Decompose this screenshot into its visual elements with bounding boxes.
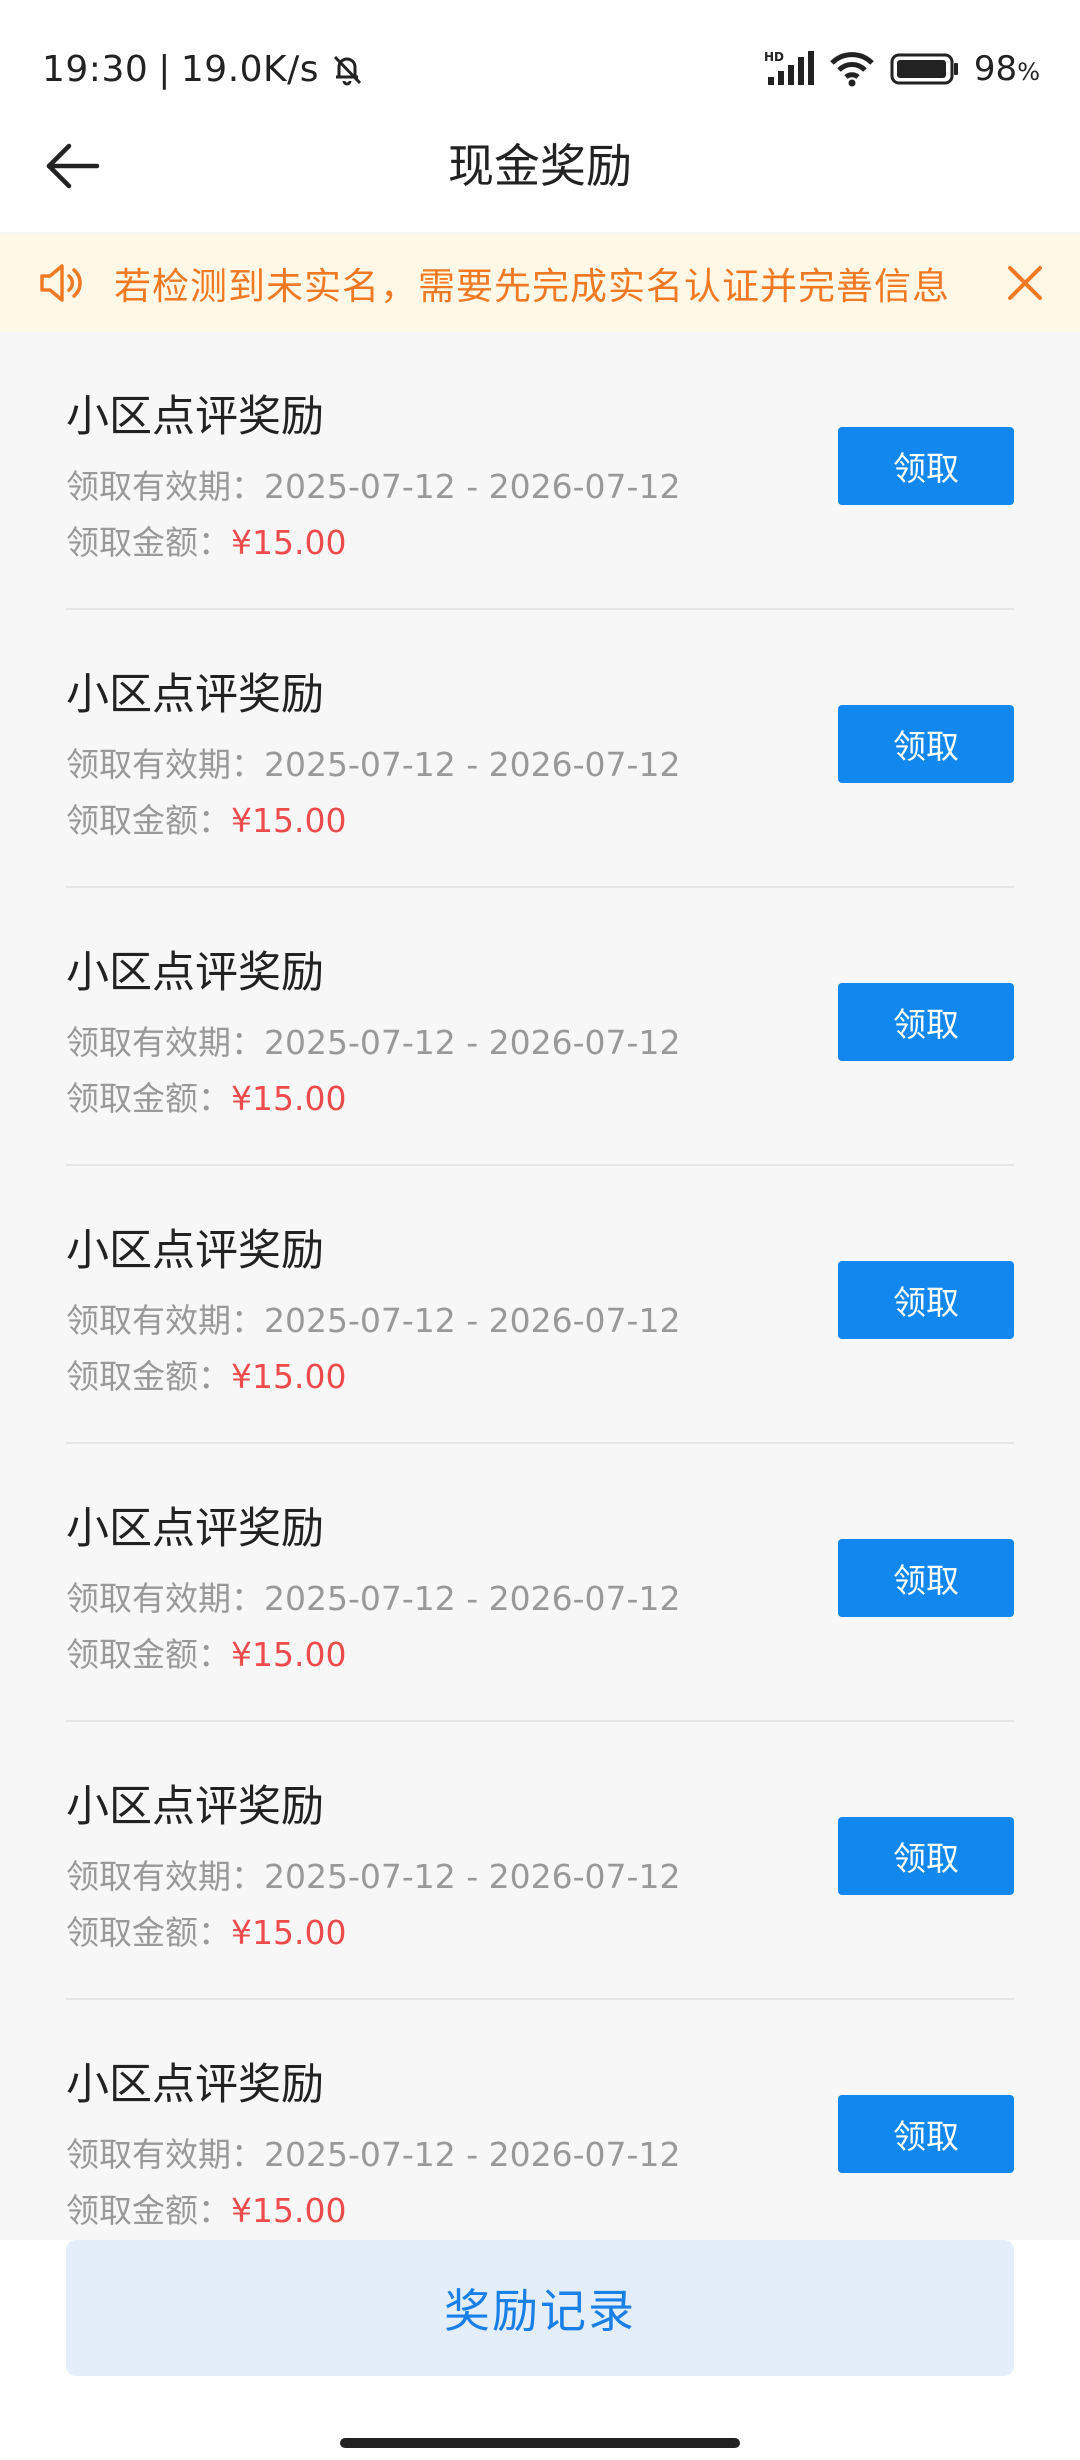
period-label: 领取有效期： xyxy=(66,1023,264,1062)
status-right: HD 98% xyxy=(764,44,1040,94)
status-separator: | xyxy=(158,48,171,90)
reward-period: 领取有效期：2025-07-12 - 2026-07-12 xyxy=(66,738,680,786)
amount-value: ¥15.00 xyxy=(231,1635,347,1674)
period-label: 领取有效期： xyxy=(66,745,264,784)
claim-button[interactable]: 领取 xyxy=(838,427,1014,505)
period-value: 2025-07-12 - 2026-07-12 xyxy=(264,1023,681,1062)
period-value: 2025-07-12 - 2026-07-12 xyxy=(264,467,681,506)
period-value: 2025-07-12 - 2026-07-12 xyxy=(264,1857,681,1896)
reward-item: 小区点评奖励 领取有效期：2025-07-12 - 2026-07-12 领取金… xyxy=(66,610,1014,888)
reward-item: 小区点评奖励 领取有效期：2025-07-12 - 2026-07-12 领取金… xyxy=(66,2000,1014,2240)
period-label: 领取有效期： xyxy=(66,1857,264,1896)
reward-period: 领取有效期：2025-07-12 - 2026-07-12 xyxy=(66,1294,680,1342)
amount-label: 领取金额： xyxy=(66,2191,231,2230)
claim-button[interactable]: 领取 xyxy=(838,1261,1014,1339)
page: 19:30 | 19.0K/s HD 98% 现金奖励 若检测到未实名，需要先完… xyxy=(0,0,1080,2460)
period-label: 领取有效期： xyxy=(66,1301,264,1340)
amount-value: ¥15.00 xyxy=(231,1913,347,1952)
amount-label: 领取金额： xyxy=(66,1079,231,1118)
reward-item: 小区点评奖励 领取有效期：2025-07-12 - 2026-07-12 领取金… xyxy=(66,1444,1014,1722)
reward-period: 领取有效期：2025-07-12 - 2026-07-12 xyxy=(66,1572,680,1620)
battery-percent: 98% xyxy=(974,49,1040,89)
notice-text: 若检测到未实名，需要先完成实名认证并完善信息 xyxy=(114,265,950,308)
reward-period: 领取有效期：2025-07-12 - 2026-07-12 xyxy=(66,1850,680,1898)
period-value: 2025-07-12 - 2026-07-12 xyxy=(264,2135,681,2174)
battery-unit: % xyxy=(1017,58,1040,86)
reward-item: 小区点评奖励 领取有效期：2025-07-12 - 2026-07-12 领取金… xyxy=(66,1166,1014,1444)
amount-value: ¥15.00 xyxy=(231,1079,347,1118)
reward-period: 领取有效期：2025-07-12 - 2026-07-12 xyxy=(66,1016,680,1064)
claim-button[interactable]: 领取 xyxy=(838,2095,1014,2173)
bottom-bar: 奖励记录 xyxy=(0,2240,1080,2460)
nav-header: 现金奖励 xyxy=(0,100,1080,232)
reward-amount: 领取金额：¥15.00 xyxy=(66,794,346,842)
amount-label: 领取金额： xyxy=(66,1913,231,1952)
reward-item: 小区点评奖励 领取有效期：2025-07-12 - 2026-07-12 领取金… xyxy=(66,332,1014,610)
battery-icon xyxy=(890,53,958,85)
reward-title: 小区点评奖励 xyxy=(66,392,324,442)
close-icon[interactable] xyxy=(1000,258,1050,308)
status-time: 19:30 xyxy=(42,48,149,90)
reward-title: 小区点评奖励 xyxy=(66,948,324,998)
reward-title: 小区点评奖励 xyxy=(66,670,324,720)
period-label: 领取有效期： xyxy=(66,1579,264,1618)
hd-signal-icon: HD xyxy=(764,50,814,85)
wifi-icon xyxy=(830,52,874,87)
period-value: 2025-07-12 - 2026-07-12 xyxy=(264,1301,681,1340)
reward-list[interactable]: 小区点评奖励 领取有效期：2025-07-12 - 2026-07-12 领取金… xyxy=(0,332,1080,2240)
claim-button[interactable]: 领取 xyxy=(838,983,1014,1061)
network-speed: 19.0K/s xyxy=(180,48,320,90)
reward-amount: 领取金额：¥15.00 xyxy=(66,516,346,564)
mute-bell-icon xyxy=(333,55,362,86)
reward-title: 小区点评奖励 xyxy=(66,1782,324,1832)
amount-value: ¥15.00 xyxy=(231,801,347,840)
reward-title: 小区点评奖励 xyxy=(66,1226,324,1276)
reward-amount: 领取金额：¥15.00 xyxy=(66,1350,346,1398)
page-title: 现金奖励 xyxy=(448,139,632,193)
svg-text:HD: HD xyxy=(764,50,784,64)
amount-label: 领取金额： xyxy=(66,523,231,562)
amount-label: 领取金额： xyxy=(66,1635,231,1674)
speaker-icon xyxy=(40,264,82,302)
claim-button[interactable]: 领取 xyxy=(838,705,1014,783)
amount-label: 领取金额： xyxy=(66,801,231,840)
reward-amount: 领取金额：¥15.00 xyxy=(66,1628,346,1676)
reward-period: 领取有效期：2025-07-12 - 2026-07-12 xyxy=(66,460,680,508)
amount-label: 领取金额： xyxy=(66,1357,231,1396)
period-value: 2025-07-12 - 2026-07-12 xyxy=(264,1579,681,1618)
claim-button[interactable]: 领取 xyxy=(838,1539,1014,1617)
notice-banner: 若检测到未实名，需要先完成实名认证并完善信息 xyxy=(0,234,1080,332)
reward-amount: 领取金额：¥15.00 xyxy=(66,1906,346,1954)
status-left: 19:30 | 19.0K/s xyxy=(42,44,367,94)
reward-title: 小区点评奖励 xyxy=(66,1504,324,1554)
amount-value: ¥15.00 xyxy=(231,523,347,562)
home-indicator[interactable] xyxy=(340,2438,740,2448)
reward-period: 领取有效期：2025-07-12 - 2026-07-12 xyxy=(66,2128,680,2176)
reward-item: 小区点评奖励 领取有效期：2025-07-12 - 2026-07-12 领取金… xyxy=(66,1722,1014,2000)
claim-button[interactable]: 领取 xyxy=(838,1817,1014,1895)
period-value: 2025-07-12 - 2026-07-12 xyxy=(264,745,681,784)
reward-title: 小区点评奖励 xyxy=(66,2060,324,2110)
reward-amount: 领取金额：¥15.00 xyxy=(66,1072,346,1120)
reward-item: 小区点评奖励 领取有效期：2025-07-12 - 2026-07-12 领取金… xyxy=(66,888,1014,1166)
battery-value: 98 xyxy=(973,49,1018,89)
amount-value: ¥15.00 xyxy=(231,1357,347,1396)
amount-value: ¥15.00 xyxy=(231,2191,347,2230)
reward-amount: 领取金额：¥15.00 xyxy=(66,2184,346,2232)
period-label: 领取有效期： xyxy=(66,2135,264,2174)
reward-records-button[interactable]: 奖励记录 xyxy=(66,2240,1014,2376)
period-label: 领取有效期： xyxy=(66,467,264,506)
